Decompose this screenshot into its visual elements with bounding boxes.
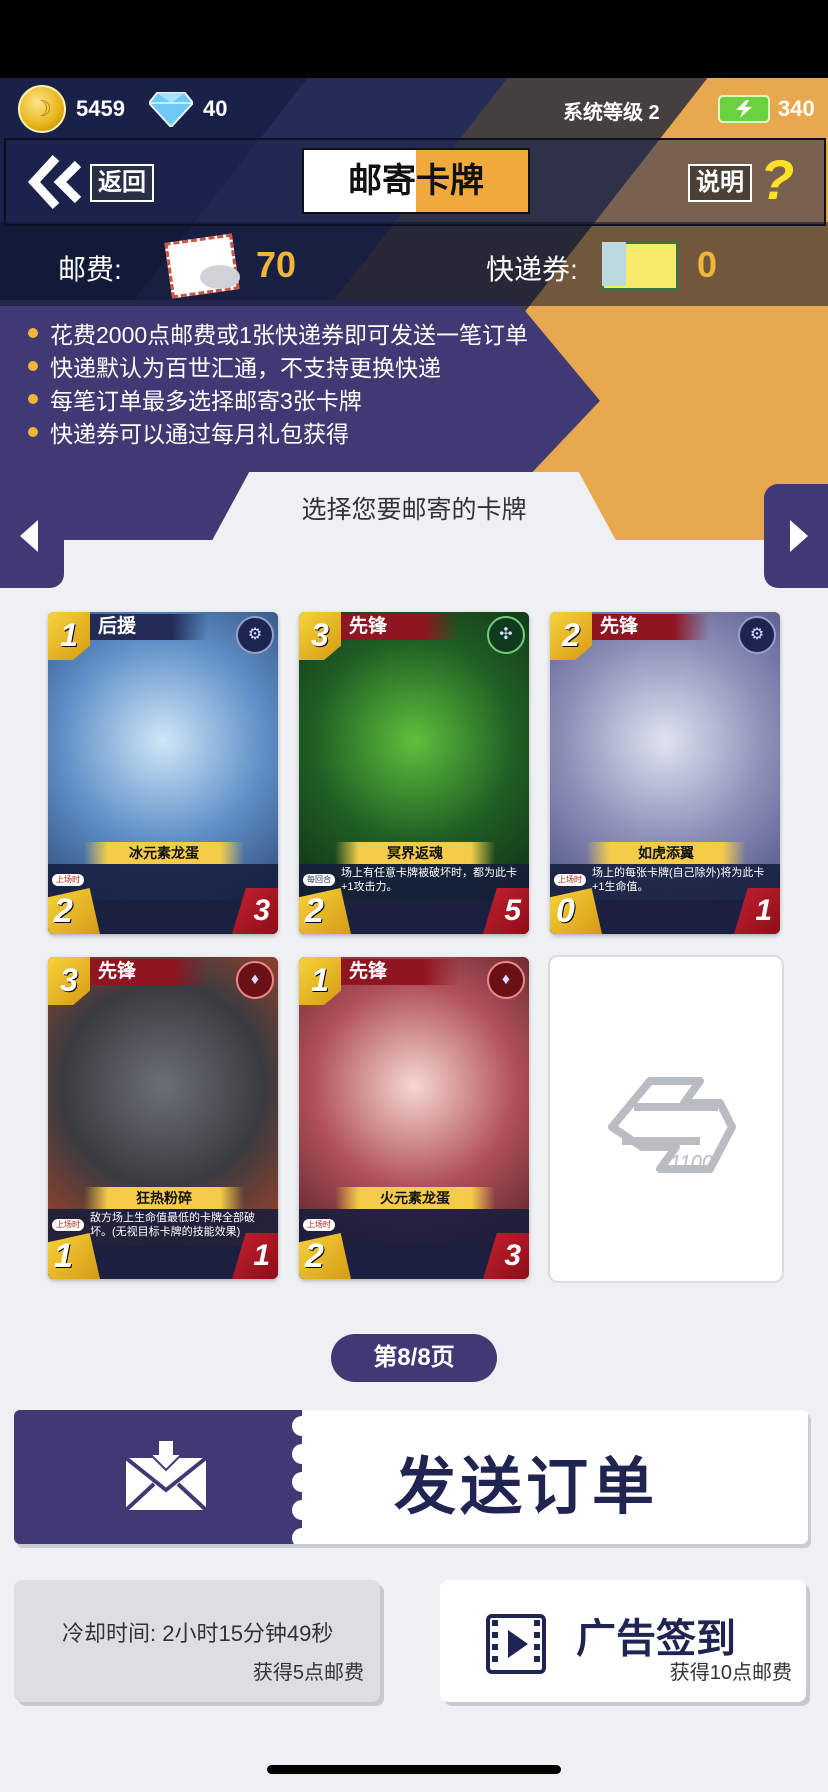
page-indicator: 第8/8页	[331, 1334, 497, 1382]
card-tag: 上场时	[52, 1219, 84, 1231]
express-value: 0	[697, 244, 718, 285]
card-name: 冰元素龙蛋	[84, 842, 244, 864]
fire-faction-icon: ♦	[236, 961, 274, 999]
cooldown-reward: 获得5点邮费	[252, 1662, 364, 1684]
express-ticket-stub	[602, 242, 626, 286]
gear-faction-icon: ⚙	[236, 616, 274, 654]
card-item[interactable]: 后援 1 ⚙ 冰元素龙蛋 上场时 2 3	[48, 612, 278, 934]
prev-page-button[interactable]	[0, 484, 64, 588]
card-name: 如虎添翼	[586, 842, 746, 864]
video-play-icon	[486, 1614, 546, 1674]
select-tab-label: 选择您要邮寄的卡牌	[301, 496, 527, 524]
card-tag: 上场时	[554, 874, 586, 886]
arrow-left-icon	[20, 520, 38, 552]
page-title: 邮寄 卡牌	[302, 148, 530, 214]
next-page-button[interactable]	[764, 484, 828, 588]
express-label: 快递券:	[486, 254, 578, 285]
page-title-left: 邮寄	[304, 150, 416, 212]
card-name: 冥界返魂	[335, 842, 495, 864]
postage-value: 70	[256, 244, 297, 285]
energy-count: 340	[778, 96, 815, 121]
diamond-icon	[148, 92, 193, 127]
card-tag: 上场时	[303, 1219, 335, 1231]
home-indicator	[267, 1765, 561, 1774]
svg-text:1100: 1100	[670, 1152, 713, 1174]
status-bar	[0, 0, 828, 78]
coin-icon: ☽	[18, 85, 66, 133]
empty-slot-logo: 1100	[608, 1077, 736, 1174]
card-role: 后援	[88, 614, 208, 640]
fire-faction-icon: ♦	[487, 961, 525, 999]
card-role: 先锋	[88, 959, 208, 985]
triskelion-faction-icon: ✣	[487, 616, 525, 654]
card-role: 先锋	[339, 614, 459, 640]
card-tag: 上场时	[52, 874, 84, 886]
help-question-icon[interactable]: ?	[760, 150, 794, 210]
page-title-right: 卡牌	[416, 150, 528, 212]
back-button[interactable]: 返回	[90, 164, 154, 202]
card-role: 先锋	[339, 959, 459, 985]
ad-signin-reward: 获得10点邮费	[669, 1662, 792, 1684]
card-tag: 每回合	[303, 874, 335, 886]
energy-icon	[718, 95, 770, 123]
envelope-icon	[124, 1416, 312, 1544]
arrow-right-icon	[790, 520, 808, 552]
postage-label: 邮费:	[58, 254, 122, 285]
ad-signin-button[interactable]: 广告签到 获得10点邮费	[440, 1580, 806, 1702]
system-level: 系统等级 2	[563, 102, 660, 124]
send-order-label: 发送订单	[394, 1453, 659, 1522]
card-desc: 敌方场上生命值最低的卡牌全部破坏。(无视目标卡牌的技能效果)	[90, 1212, 255, 1238]
card-name: 狂热粉碎	[84, 1187, 244, 1209]
card-item[interactable]: 先锋 3 ♦ 狂热粉碎 上场时 敌方场上生命值最低的卡牌全部破坏。(无视目标卡牌…	[48, 957, 278, 1279]
coins-pile-icon	[200, 265, 240, 289]
card-item[interactable]: 先锋 2 ⚙ 如虎添翼 上场时 场上的每张卡牌(自己除外)将为此卡+1生命值。 …	[550, 612, 780, 934]
card-item[interactable]: 先锋 1 ♦ 火元素龙蛋 上场时 2 3	[299, 957, 529, 1279]
cooldown-panel: 冷却时间: 2小时15分钟49秒 获得5点邮费	[14, 1580, 380, 1702]
gear-faction-icon: ⚙	[738, 616, 776, 654]
card-role: 先锋	[590, 614, 710, 640]
resource-bar: ☽ 5459 40	[18, 80, 227, 138]
card-desc: 场上的每张卡牌(自己除外)将为此卡+1生命值。	[592, 867, 765, 893]
back-chevron-icon[interactable]	[26, 154, 86, 215]
card-desc: 场上有任意卡牌被破坏时，都为此卡+1攻击力。	[341, 867, 517, 893]
info-item: 花费2000点邮费或1张快递券即可发送一笔订单	[28, 316, 528, 349]
cooldown-text: 冷却时间: 2小时15分钟49秒	[62, 1621, 334, 1646]
diamond-count: 40	[202, 96, 228, 121]
card-item[interactable]: 先锋 3 ✣ 冥界返魂 每回合 场上有任意卡牌被破坏时，都为此卡+1攻击力。 2…	[299, 612, 529, 934]
info-list: 花费2000点邮费或1张快递券即可发送一笔订单 快递默认为百世汇通，不支持更换快…	[28, 316, 528, 448]
help-button[interactable]: 说明	[688, 164, 752, 202]
card-name: 火元素龙蛋	[335, 1187, 495, 1209]
coin-count: 5459	[76, 96, 125, 121]
empty-card-slot[interactable]: 1100	[548, 955, 784, 1283]
info-item: 快递默认为百世汇通，不支持更换快递	[28, 349, 528, 382]
info-item: 每笔订单最多选择邮寄3张卡牌	[28, 382, 528, 415]
info-item: 快递券可以通过每月礼包获得	[28, 415, 528, 448]
send-order-button[interactable]: 发送订单	[14, 1410, 808, 1544]
